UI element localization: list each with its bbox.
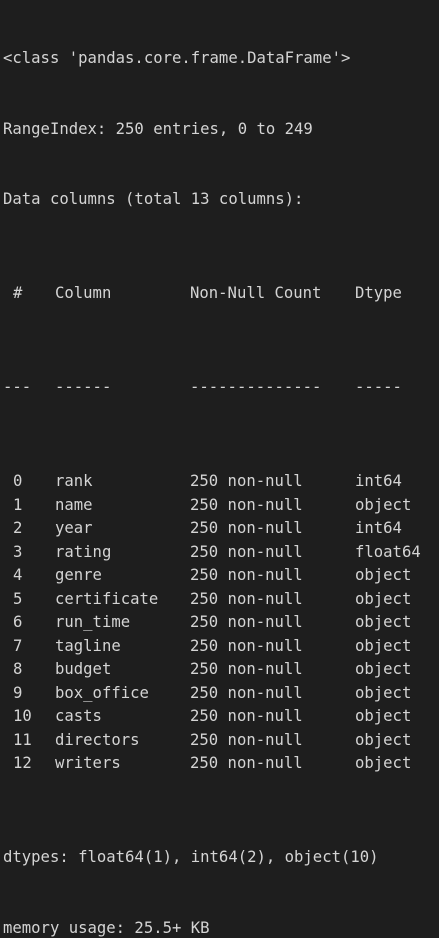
row-non-null: 250 non-null [190,588,355,612]
row-column-name: certificate [55,588,190,612]
row-dtype: object [355,752,435,776]
class-line: <class 'pandas.core.frame.DataFrame'> [3,47,439,71]
row-dtype: int64 [355,517,435,541]
row-column-name: tagline [55,635,190,659]
row-non-null: 250 non-null [190,517,355,541]
row-dtype: object [355,635,435,659]
row-index: 7 [3,635,55,659]
row-non-null: 250 non-null [190,494,355,518]
row-non-null: 250 non-null [190,729,355,753]
table-row: 9box_office250 non-nullobject [3,682,439,706]
table-row: 6run_time250 non-nullobject [3,611,439,635]
table-row: 5certificate250 non-nullobject [3,588,439,612]
separator-dtype: ----- [355,376,435,400]
row-non-null: 250 non-null [190,611,355,635]
row-non-null: 250 non-null [190,541,355,565]
row-non-null: 250 non-null [190,470,355,494]
row-index: 0 [3,470,55,494]
row-dtype: object [355,611,435,635]
row-index: 10 [3,705,55,729]
row-dtype: object [355,658,435,682]
separator-index: --- [3,376,55,400]
table-row: 2year250 non-nullint64 [3,517,439,541]
row-non-null: 250 non-null [190,682,355,706]
row-column-name: casts [55,705,190,729]
header-dtype: Dtype [355,282,435,306]
table-rows: 0rank250 non-nullint641name250 non-nullo… [3,470,439,776]
row-column-name: box_office [55,682,190,706]
row-non-null: 250 non-null [190,564,355,588]
row-column-name: budget [55,658,190,682]
table-separator-row: --- ------ -------------- ----- [3,376,439,400]
separator-non-null: -------------- [190,376,355,400]
row-dtype: object [355,729,435,753]
row-index: 6 [3,611,55,635]
table-row: 4genre250 non-nullobject [3,564,439,588]
row-index: 2 [3,517,55,541]
row-column-name: directors [55,729,190,753]
table-row: 1name250 non-nullobject [3,494,439,518]
row-non-null: 250 non-null [190,635,355,659]
range-index-line: RangeIndex: 250 entries, 0 to 249 [3,118,439,142]
table-header-row: # Column Non-Null Count Dtype [3,282,439,306]
row-non-null: 250 non-null [190,705,355,729]
table-row: 8budget250 non-nullobject [3,658,439,682]
row-index: 4 [3,564,55,588]
row-index: 3 [3,541,55,565]
row-index: 1 [3,494,55,518]
row-column-name: rank [55,470,190,494]
row-non-null: 250 non-null [190,658,355,682]
table-row: 10casts250 non-nullobject [3,705,439,729]
row-column-name: name [55,494,190,518]
row-index: 8 [3,658,55,682]
row-dtype: object [355,588,435,612]
row-column-name: run_time [55,611,190,635]
memory-usage-line: memory usage: 25.5+ KB [3,917,439,938]
data-columns-line: Data columns (total 13 columns): [3,188,439,212]
header-column: Column [55,282,190,306]
row-index: 5 [3,588,55,612]
table-row: 0rank250 non-nullint64 [3,470,439,494]
header-index: # [3,282,55,306]
table-row: 3rating250 non-nullfloat64 [3,541,439,565]
dataframe-info-output: <class 'pandas.core.frame.DataFrame'> Ra… [0,0,439,469]
row-column-name: rating [55,541,190,565]
row-column-name: genre [55,564,190,588]
table-row: 11directors250 non-nullobject [3,729,439,753]
row-dtype: object [355,564,435,588]
row-index: 12 [3,752,55,776]
table-row: 7tagline250 non-nullobject [3,635,439,659]
table-row: 12writers250 non-nullobject [3,752,439,776]
row-dtype: object [355,494,435,518]
row-column-name: year [55,517,190,541]
row-index: 9 [3,682,55,706]
row-non-null: 250 non-null [190,752,355,776]
row-dtype: int64 [355,470,435,494]
dtypes-line: dtypes: float64(1), int64(2), object(10) [3,846,439,870]
header-non-null: Non-Null Count [190,282,355,306]
separator-column: ------ [55,376,190,400]
row-index: 11 [3,729,55,753]
row-dtype: object [355,705,435,729]
row-dtype: object [355,682,435,706]
row-column-name: writers [55,752,190,776]
row-dtype: float64 [355,541,435,565]
